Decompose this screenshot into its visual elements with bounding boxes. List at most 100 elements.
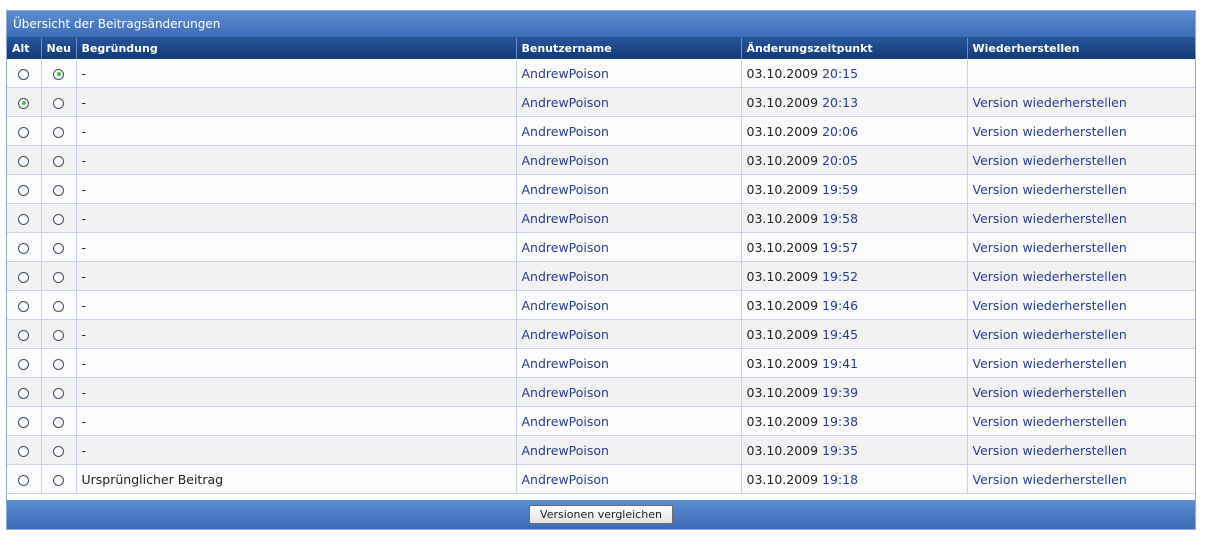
username-link[interactable]: AndrewPoison	[522, 211, 609, 226]
new-version-radio[interactable]	[53, 126, 64, 138]
restore-cell: Version wiederherstellen	[967, 406, 1195, 436]
new-version-radio[interactable]	[53, 184, 64, 196]
new-version-radio[interactable]	[53, 97, 64, 109]
change-time-link[interactable]: 19:35	[822, 443, 858, 458]
username-link[interactable]: AndrewPoison	[522, 240, 609, 255]
compare-versions-button[interactable]: Versionen vergleichen	[529, 505, 673, 524]
new-version-radio[interactable]	[53, 155, 64, 167]
old-version-radio[interactable]	[18, 213, 30, 225]
username-link[interactable]: AndrewPoison	[522, 124, 609, 139]
old-version-radio[interactable]	[18, 445, 30, 457]
username-link[interactable]: AndrewPoison	[522, 182, 609, 197]
restore-version-link[interactable]: Version wiederherstellen	[973, 269, 1127, 284]
old-version-radio[interactable]	[18, 358, 30, 370]
restore-version-link[interactable]: Version wiederherstellen	[973, 124, 1127, 139]
changed-at-cell: 03.10.2009 19:41	[741, 348, 968, 378]
old-version-radio[interactable]	[18, 300, 30, 312]
change-time-link[interactable]: 20:06	[822, 124, 858, 139]
new-version-radio[interactable]	[53, 242, 64, 254]
change-time-link[interactable]: 19:18	[822, 472, 858, 487]
table-row: - AndrewPoison 03.10.2009 20:13 Version wie…	[7, 87, 1195, 117]
new-version-radio[interactable]	[53, 416, 64, 428]
changed-at-cell: 03.10.2009 19:39	[741, 377, 968, 407]
table-row: - AndrewPoison 03.10.2009 19:57 Version wie…	[7, 232, 1195, 262]
change-date: 03.10.2009	[746, 442, 819, 458]
change-date: 03.10.2009	[746, 413, 819, 429]
new-version-cell	[41, 87, 77, 117]
old-version-cell	[7, 348, 42, 378]
changed-at-cell: 03.10.2009 19:18	[741, 464, 968, 494]
username-link[interactable]: AndrewPoison	[522, 443, 609, 458]
username-link[interactable]: AndrewPoison	[522, 153, 609, 168]
restore-version-link[interactable]: Version wiederherstellen	[973, 327, 1127, 342]
old-version-radio[interactable]	[18, 68, 30, 80]
change-date: 03.10.2009	[746, 326, 819, 342]
change-time-link[interactable]: 19:59	[822, 182, 858, 197]
restore-version-link[interactable]: Version wiederherstellen	[973, 298, 1127, 313]
restore-cell: Version wiederherstellen	[967, 290, 1195, 320]
change-time-link[interactable]: 19:46	[822, 298, 858, 313]
old-version-radio[interactable]	[18, 155, 30, 167]
change-time-link[interactable]: 19:41	[822, 356, 858, 371]
restore-version-link[interactable]: Version wiederherstellen	[973, 414, 1127, 429]
new-version-radio[interactable]	[53, 300, 64, 312]
restore-cell: Version wiederherstellen	[967, 319, 1195, 349]
new-version-radio[interactable]	[53, 474, 64, 486]
new-version-radio[interactable]	[53, 329, 64, 341]
username-link[interactable]: AndrewPoison	[522, 66, 609, 81]
old-version-radio[interactable]	[18, 387, 30, 399]
new-version-radio[interactable]	[53, 213, 64, 225]
username-link[interactable]: AndrewPoison	[522, 327, 609, 342]
new-version-radio[interactable]	[53, 445, 64, 457]
change-time-link[interactable]: 20:13	[822, 95, 858, 110]
reason-cell: -	[76, 174, 517, 204]
restore-version-link[interactable]: Version wiederherstellen	[973, 443, 1127, 458]
new-version-radio[interactable]	[53, 358, 64, 370]
username-link[interactable]: AndrewPoison	[522, 385, 609, 400]
change-time-link[interactable]: 20:15	[822, 66, 858, 81]
old-version-radio[interactable]	[18, 271, 30, 283]
restore-version-link[interactable]: Version wiederherstellen	[973, 153, 1127, 168]
username-cell: AndrewPoison	[516, 87, 742, 117]
username-link[interactable]: AndrewPoison	[522, 298, 609, 313]
change-time-link[interactable]: 19:57	[822, 240, 858, 255]
username-link[interactable]: AndrewPoison	[522, 95, 609, 110]
reason-cell: -	[76, 261, 517, 291]
new-version-cell	[41, 377, 77, 407]
old-version-radio[interactable]	[18, 416, 30, 428]
username-link[interactable]: AndrewPoison	[522, 472, 609, 487]
new-version-radio[interactable]	[53, 68, 64, 80]
old-version-radio[interactable]	[18, 97, 30, 109]
old-version-radio[interactable]	[18, 184, 30, 196]
changed-at-cell: 03.10.2009 20:13	[741, 87, 968, 117]
restore-version-link[interactable]: Version wiederherstellen	[973, 385, 1127, 400]
change-time-link[interactable]: 19:45	[822, 327, 858, 342]
change-time-link[interactable]: 19:39	[822, 385, 858, 400]
restore-version-link[interactable]: Version wiederherstellen	[973, 472, 1127, 487]
restore-cell: Version wiederherstellen	[967, 232, 1195, 262]
restore-version-link[interactable]: Version wiederherstellen	[973, 356, 1127, 371]
changed-at-cell: 03.10.2009 19:38	[741, 406, 968, 436]
change-date: 03.10.2009	[746, 94, 819, 110]
username-cell: AndrewPoison	[516, 203, 742, 233]
change-time-link[interactable]: 20:05	[822, 153, 858, 168]
old-version-radio[interactable]	[18, 329, 30, 341]
old-version-radio[interactable]	[18, 126, 30, 138]
old-version-radio[interactable]	[18, 474, 30, 486]
restore-version-link[interactable]: Version wiederherstellen	[973, 95, 1127, 110]
new-version-radio[interactable]	[53, 271, 64, 283]
revision-history-panel: Übersicht der Beitragsänderungen Alt Neu…	[6, 10, 1196, 530]
change-time-link[interactable]: 19:38	[822, 414, 858, 429]
new-version-cell	[41, 435, 77, 465]
change-time-link[interactable]: 19:58	[822, 211, 858, 226]
restore-version-link[interactable]: Version wiederherstellen	[973, 211, 1127, 226]
table-header-row: Alt Neu Begründung Benutzername Änderung…	[7, 38, 1195, 59]
old-version-radio[interactable]	[18, 242, 30, 254]
username-link[interactable]: AndrewPoison	[522, 356, 609, 371]
username-link[interactable]: AndrewPoison	[522, 269, 609, 284]
restore-version-link[interactable]: Version wiederherstellen	[973, 240, 1127, 255]
change-time-link[interactable]: 19:52	[822, 269, 858, 284]
restore-version-link[interactable]: Version wiederherstellen	[973, 182, 1127, 197]
username-link[interactable]: AndrewPoison	[522, 414, 609, 429]
new-version-radio[interactable]	[53, 387, 64, 399]
